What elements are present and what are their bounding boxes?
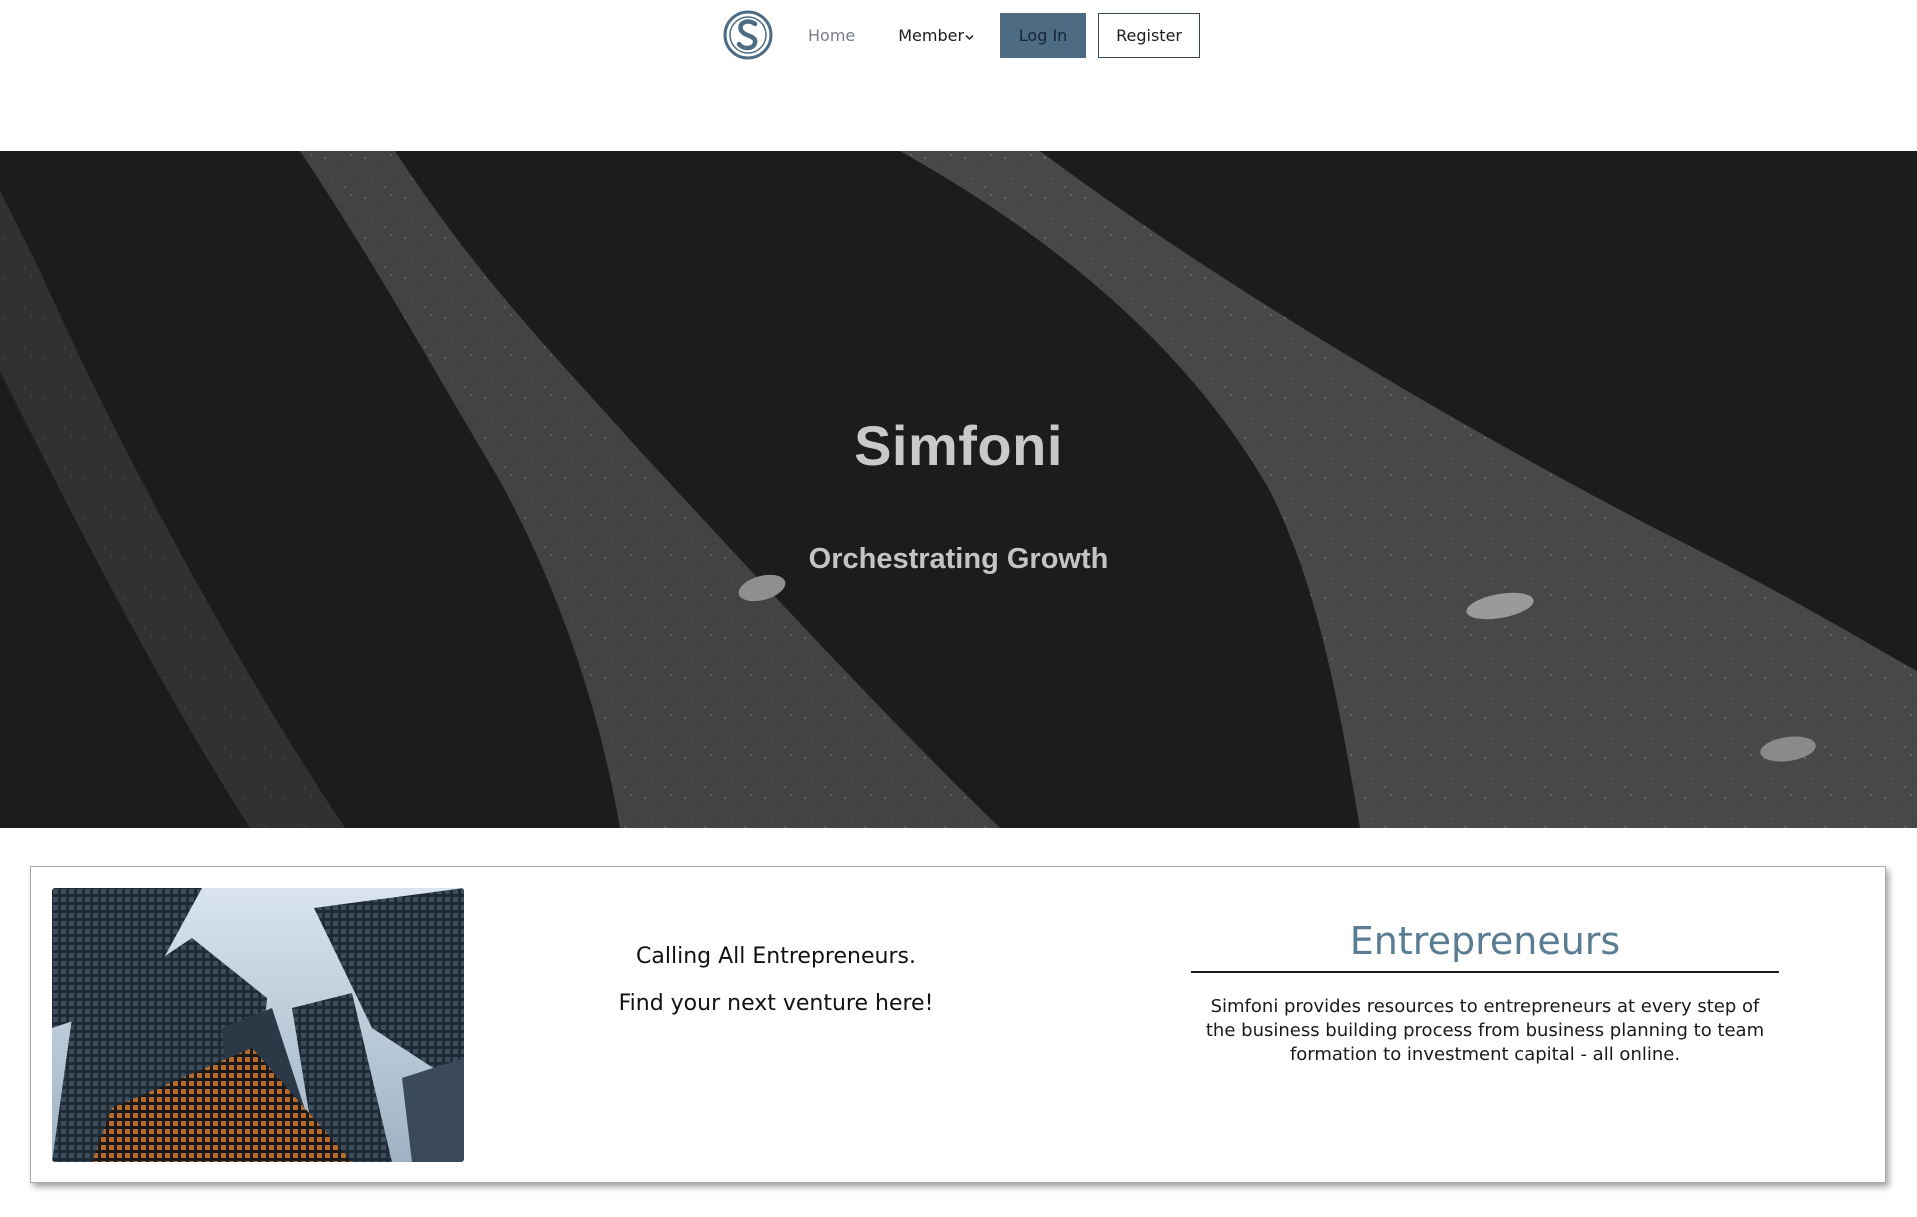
hero-background-image [0, 151, 1917, 828]
entrepreneurs-section: Entrepreneurs Simfoni provides resources… [1191, 919, 1779, 1067]
nav-member-label: Member [898, 25, 965, 45]
main-nav: Home Member Log In Register [722, 7, 1201, 63]
site-header: Home Member Log In Register [0, 0, 1917, 151]
register-button[interactable]: Register [1098, 12, 1201, 58]
simfoni-logo-icon[interactable] [722, 9, 774, 61]
login-button[interactable]: Log In [1000, 12, 1087, 58]
hero-banner: Simfoni Orchestrating Growth [0, 151, 1917, 828]
chevron-down-icon [965, 26, 974, 45]
nav-member-dropdown[interactable]: Member [898, 13, 974, 57]
hero-subtitle: Orchestrating Growth [808, 543, 1109, 575]
callout-line-2: Find your next venture here! [618, 991, 934, 1016]
entrepreneurs-card: Calling All Entrepreneurs. Find your nex… [30, 866, 1886, 1183]
entrepreneurs-heading: Entrepreneurs [1191, 919, 1779, 973]
entrepreneurs-description: Simfoni provides resources to entreprene… [1205, 996, 1765, 1065]
skyscrapers-image [52, 888, 464, 1162]
nav-home-link[interactable]: Home [808, 13, 855, 57]
card-callout: Calling All Entrepreneurs. Find your nex… [551, 944, 1001, 1038]
callout-line-1: Calling All Entrepreneurs. [636, 944, 916, 969]
hero-title: Simfoni [854, 414, 1063, 477]
